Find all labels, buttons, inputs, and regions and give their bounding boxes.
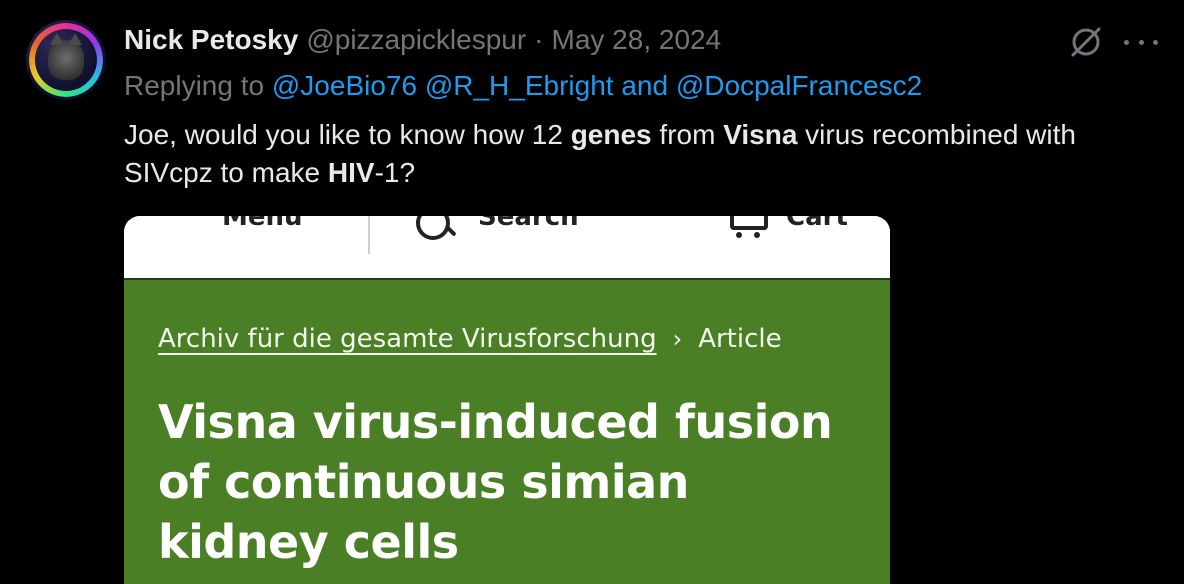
tweet-text-bold: genes <box>570 119 652 150</box>
mention-link[interactable]: @JoeBio76 <box>272 70 417 101</box>
more-dot <box>1153 39 1158 45</box>
tweet-text-part: Joe, would you like to know how 12 <box>124 119 571 150</box>
tweet-text-bold: HIV <box>327 157 375 188</box>
embedded-site-topbar: Menu Search Cart <box>124 216 890 280</box>
mention-link[interactable]: @R_H_Ebright <box>425 70 614 101</box>
replying-prefix: Replying to <box>124 70 265 101</box>
breadcrumb: Archiv für die gesamte Virusforschung › … <box>158 324 782 354</box>
author-handle[interactable]: @pizzapicklespur <box>306 24 526 56</box>
cart-icon-wheel <box>754 232 760 238</box>
cart-icon <box>730 216 768 230</box>
breadcrumb-journal: Archiv für die gesamte Virusforschung <box>158 324 657 354</box>
avatar[interactable] <box>26 20 106 100</box>
more-dot <box>1124 39 1129 45</box>
avatar-cat-image <box>48 33 84 80</box>
replying-and: and <box>621 70 669 101</box>
tweet: Nick Petosky @pizzapicklespur · May 28, … <box>0 0 1184 584</box>
cart-icon-wheel <box>736 232 742 238</box>
header-separator: · <box>534 24 544 55</box>
author-name[interactable]: Nick Petosky <box>124 24 298 56</box>
more-icon[interactable] <box>1124 38 1158 46</box>
embedded-cart-label: Cart <box>786 216 848 232</box>
embedded-article-header: Archiv für die gesamte Virusforschung › … <box>124 280 890 584</box>
tweet-text-part: from <box>651 119 724 150</box>
breadcrumb-separator: › <box>672 325 683 353</box>
embedded-search-label: Search <box>478 216 579 232</box>
grok-icon[interactable] <box>1068 24 1104 60</box>
tweet-text-part: -1? <box>374 157 416 188</box>
tweet-header: Nick Petosky @pizzapicklespur · May 28, … <box>124 24 721 60</box>
attached-image[interactable]: Menu Search Cart Archiv für die gesamte … <box>124 216 890 584</box>
tweet-text-bold: Visna <box>723 119 798 150</box>
replying-to-line: Replying to @JoeBio76 @R_H_Ebright and @… <box>124 70 922 102</box>
topbar-divider <box>368 216 370 254</box>
tweet-text: Joe, would you like to know how 12 genes… <box>124 116 1144 192</box>
tweet-date[interactable]: May 28, 2024 <box>552 24 722 56</box>
more-dot <box>1138 39 1144 45</box>
embedded-menu-label: Menu <box>222 216 303 232</box>
mention-link[interactable]: @DocpalFrancesc2 <box>676 70 922 101</box>
breadcrumb-current: Article <box>698 324 782 354</box>
article-title: Visna virus-induced fusion of continuous… <box>158 395 833 569</box>
